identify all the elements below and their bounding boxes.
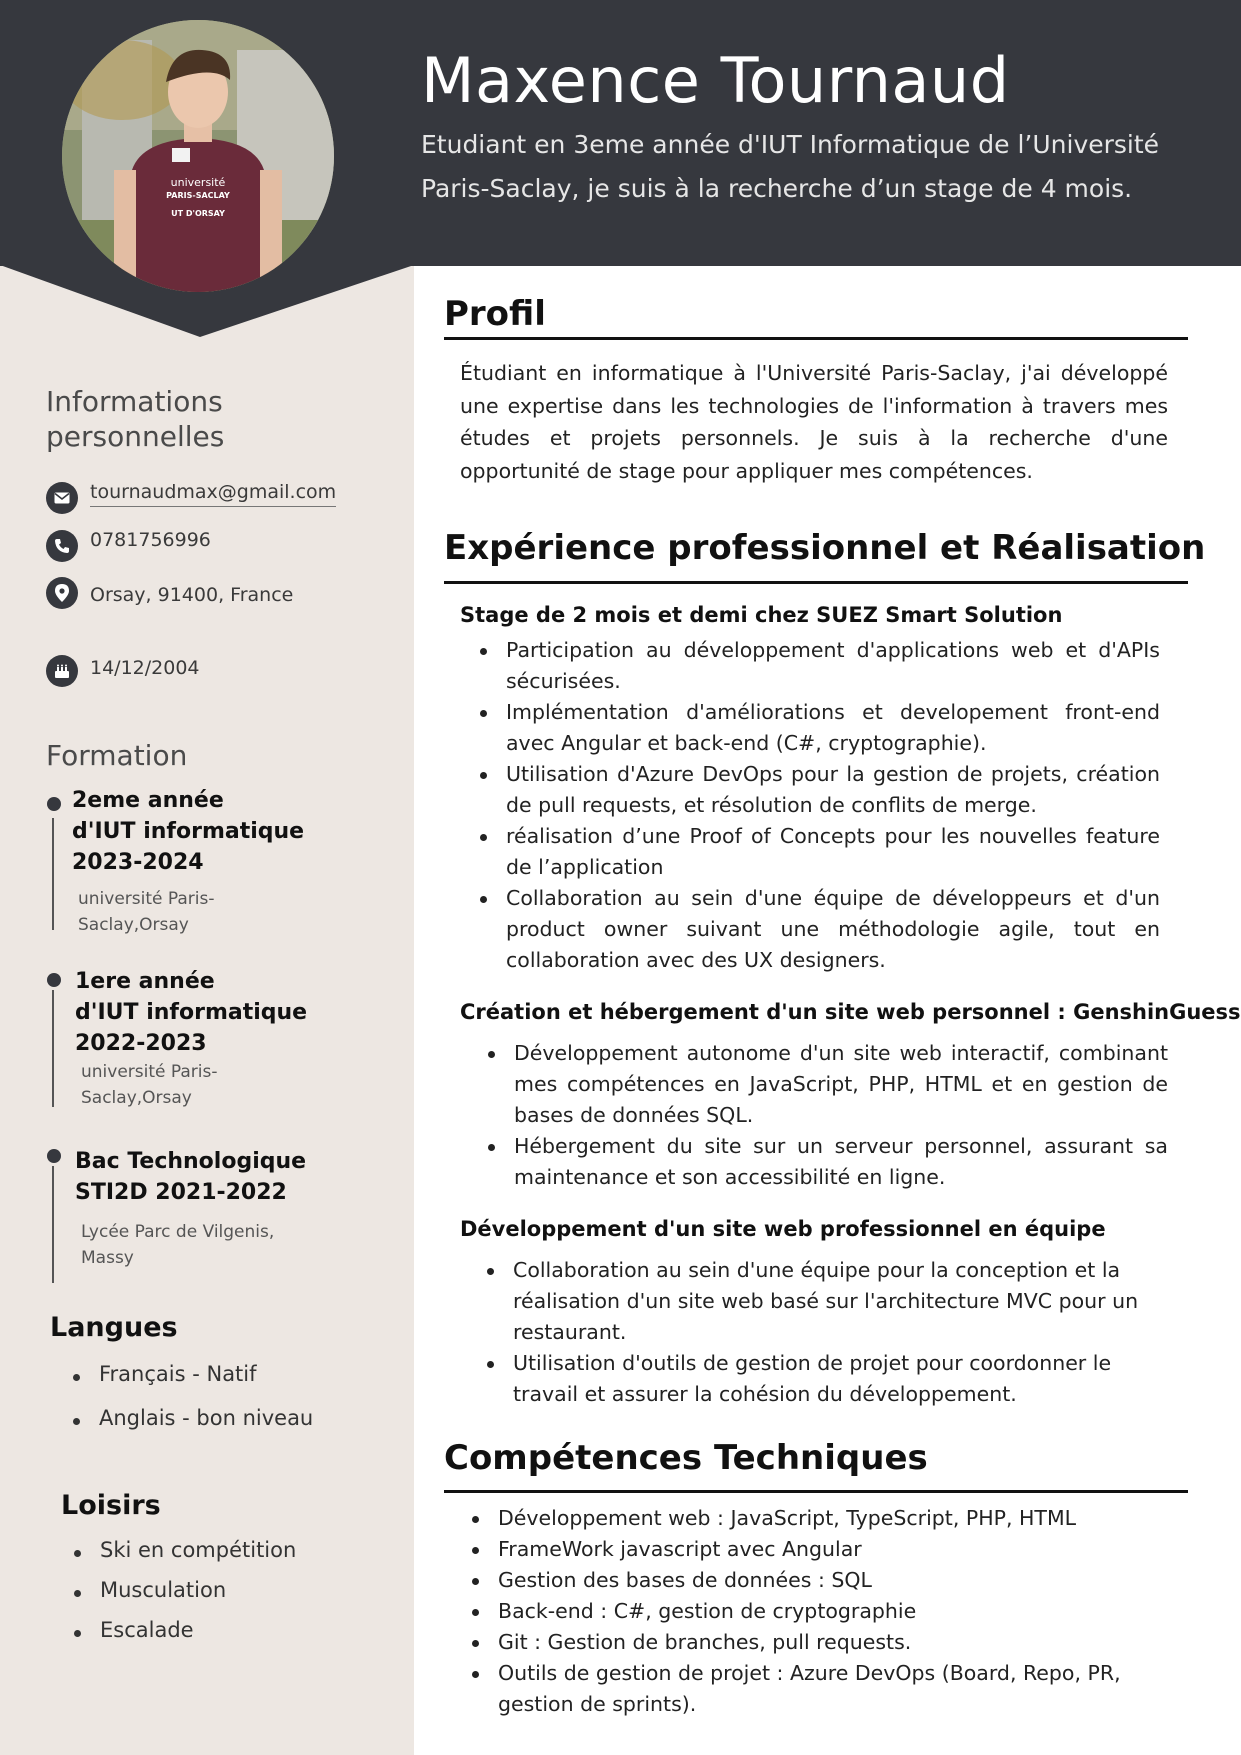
job-bullet: Collaboration au sein d'une équipe de dé…	[460, 883, 1160, 976]
hobby-item: Ski en compétition	[74, 1538, 296, 1562]
languages-list: Français - Natif Anglais - bon niveau	[73, 1362, 313, 1430]
education-school: université Paris- Saclay,Orsay	[81, 1059, 218, 1111]
shirt-text-1: université	[171, 176, 226, 189]
map-pin-icon	[46, 577, 78, 609]
education-school: université Paris- Saclay,Orsay	[78, 886, 215, 938]
profil-rule	[444, 337, 1188, 340]
job-bullet: Implémentation d'améliorations et develo…	[460, 697, 1160, 759]
email-icon	[46, 482, 78, 514]
shirt-text-3: UT D'ORSAY	[171, 209, 225, 218]
education-title-line: 1ere année	[75, 969, 215, 994]
skill-item: FrameWork javascript avec Angular	[452, 1534, 1172, 1565]
email-link[interactable]: tournaudmax@gmail.com	[90, 481, 337, 507]
education-title-line: Bac Technologique	[75, 1149, 307, 1174]
job-bullets: Participation au développement d'applica…	[460, 635, 1160, 976]
skills-list: Développement web : JavaScript, TypeScri…	[452, 1503, 1172, 1720]
job-bullet: Collaboration au sein d'une équipe pour …	[467, 1255, 1157, 1348]
skill-item: Gestion des bases de données : SQL	[452, 1565, 1172, 1596]
info-heading: Informations personnelles	[46, 384, 224, 454]
skill-item: Git : Gestion de branches, pull requests…	[452, 1627, 1172, 1658]
education-school: Lycée Parc de Vilgenis, Massy	[81, 1219, 274, 1271]
profil-text: Étudiant en informatique à l'Université …	[460, 361, 1168, 483]
hobby-item: Musculation	[74, 1578, 296, 1602]
job-bullet: Développement autonome d'un site web int…	[468, 1038, 1168, 1131]
skill-item: Développement web : JavaScript, TypeScri…	[452, 1503, 1172, 1534]
info-heading-line-1: Informations	[46, 385, 223, 418]
education-title-line: 2022-2023	[75, 1031, 207, 1056]
job-bullet: Utilisation d'Azure DevOps pour la gesti…	[460, 759, 1160, 821]
job-bullet: Utilisation d'outils de gestion de proje…	[467, 1348, 1157, 1410]
location-row: Orsay, 91400, France	[46, 576, 293, 610]
formation-heading: Formation	[46, 739, 188, 772]
job-bullets: Développement autonome d'un site web int…	[468, 1038, 1168, 1193]
phone-icon	[46, 530, 78, 562]
birthdate-text: 14/12/2004	[90, 657, 200, 679]
education-title: Bac Technologique STI2D 2021-2022	[75, 1146, 306, 1208]
job-bullet: Hébergement du site sur un serveur perso…	[468, 1131, 1168, 1193]
education-title-line: d'IUT informatique	[72, 819, 305, 844]
education-school-line: Massy	[81, 1248, 134, 1268]
skill-item: Back-end : C#, gestion de cryptographie	[452, 1596, 1172, 1627]
experience-heading: Expérience professionnel et Réalisation	[444, 528, 1206, 568]
education-school-line: université Paris-	[78, 889, 215, 909]
education-school-line: Saclay,Orsay	[78, 915, 189, 935]
education-title-line: 2023-2024	[72, 850, 204, 875]
timeline-dot	[47, 973, 61, 987]
job-bullet: Participation au développement d'applica…	[460, 635, 1160, 697]
hobbies-heading: Loisirs	[61, 1490, 161, 1521]
skills-rule	[444, 1490, 1188, 1493]
phone-row: 0781756996	[46, 529, 211, 563]
skills-heading: Compétences Techniques	[444, 1438, 928, 1478]
timeline-line	[52, 1166, 54, 1283]
hobbies-list: Ski en compétition Musculation Escalade	[74, 1538, 296, 1642]
birthdate-row: 14/12/2004	[46, 654, 200, 688]
education-title: 1ere année d'IUT informatique 2022-2023	[75, 966, 307, 1059]
timeline-line	[52, 990, 54, 1107]
education-title-line: 2eme année	[72, 788, 224, 813]
job-title: Stage de 2 mois et demi chez SUEZ Smart …	[460, 603, 1063, 627]
language-item: Français - Natif	[73, 1362, 313, 1386]
education-school-line: Lycée Parc de Vilgenis,	[81, 1222, 275, 1242]
profile-photo: université PARIS-SACLAY UT D'ORSAY	[62, 20, 334, 292]
phone-number: 0781756996	[90, 529, 211, 551]
email-row: tournaudmax@gmail.com	[46, 481, 337, 515]
education-school-line: université Paris-	[81, 1062, 218, 1082]
education-school-line: Saclay,Orsay	[81, 1088, 192, 1108]
language-item: Anglais - bon niveau	[73, 1406, 313, 1430]
location-text: Orsay, 91400, France	[90, 584, 294, 606]
info-heading-line-2: personnelles	[46, 420, 225, 453]
experience-rule	[444, 581, 1188, 584]
job-bullet: réalisation d’une Proof of Concepts pour…	[460, 821, 1160, 883]
hobby-item: Escalade	[74, 1618, 296, 1642]
person-name: Maxence Tournaud	[421, 44, 1010, 117]
portrait-image: université PARIS-SACLAY UT D'ORSAY	[62, 20, 334, 292]
job-title: Développement d'un site web professionne…	[460, 1217, 1106, 1241]
job-bullets: Collaboration au sein d'une équipe pour …	[467, 1255, 1157, 1410]
shirt-text-2: PARIS-SACLAY	[166, 191, 230, 200]
education-title: 2eme année d'IUT informatique 2023-2024	[72, 785, 304, 878]
cake-icon	[46, 655, 78, 687]
languages-heading: Langues	[50, 1312, 178, 1343]
timeline-dot	[47, 1149, 61, 1163]
timeline-line	[52, 818, 54, 930]
tagline: Etudiant en 3eme année d'IUT Informatiqu…	[421, 130, 1160, 203]
timeline-dot	[47, 797, 61, 811]
education-title-line: d'IUT informatique	[75, 1000, 308, 1025]
education-title-line: STI2D 2021-2022	[75, 1180, 287, 1205]
profil-heading: Profil	[444, 294, 546, 334]
job-title: Création et hébergement d'un site web pe…	[460, 1000, 1241, 1024]
skill-item: Outils de gestion de projet : Azure DevO…	[452, 1658, 1172, 1720]
